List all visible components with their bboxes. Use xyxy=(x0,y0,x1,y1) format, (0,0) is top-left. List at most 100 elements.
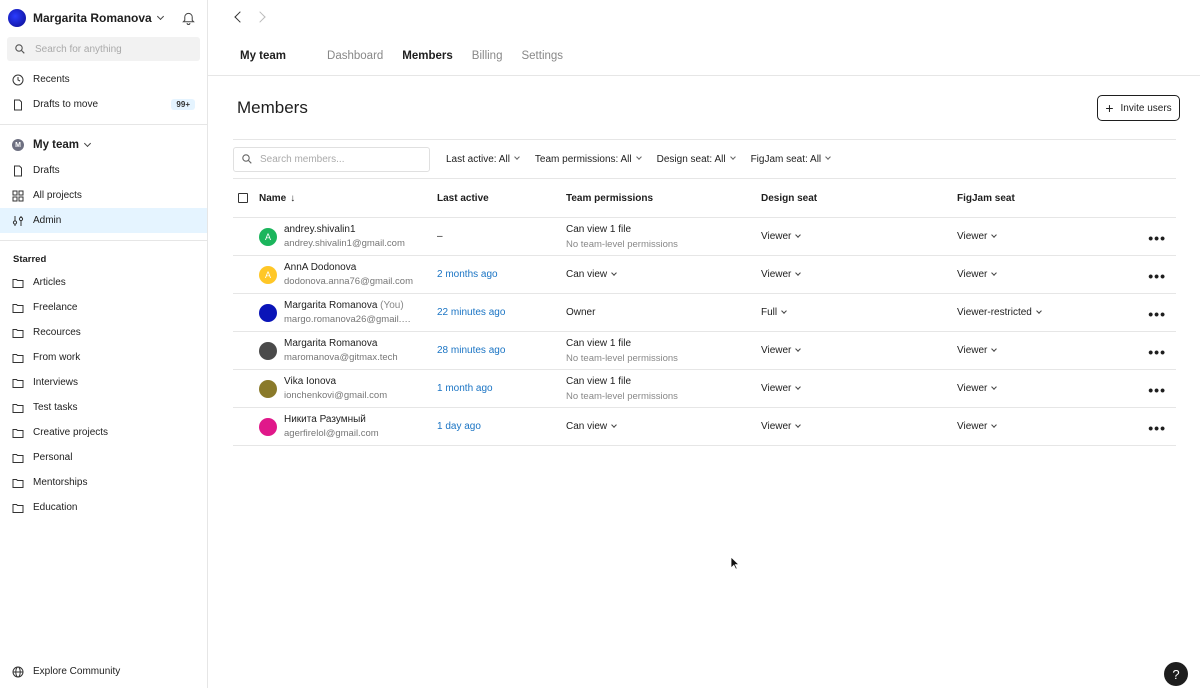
tab-billing[interactable]: Billing xyxy=(472,50,503,62)
sidebar-item-starred[interactable]: Recources xyxy=(0,320,207,345)
table-row[interactable]: A AnnA Dodonova dodonova.anna76@gmail.com… xyxy=(233,256,1176,294)
back-arrow-icon[interactable] xyxy=(234,11,246,23)
folder-icon xyxy=(12,503,24,513)
tab-settings[interactable]: Settings xyxy=(521,50,563,62)
figjam-seat-dropdown[interactable]: Viewer xyxy=(957,383,998,394)
filter-design-seat[interactable]: Design seat: All xyxy=(657,154,736,165)
table-row[interactable]: Margarita Romanova (You) margo.romanova26… xyxy=(233,294,1176,332)
more-options-icon[interactable]: ••• xyxy=(1148,420,1166,436)
folder-icon xyxy=(12,328,24,338)
table-row[interactable]: Никита Разумный agerfirelol@gmail.com 1 d… xyxy=(233,408,1176,446)
chevron-down-icon xyxy=(611,269,617,276)
figjam-seat-dropdown[interactable]: Viewer-restricted xyxy=(957,307,1042,318)
sidebar-item-starred[interactable]: Test tasks xyxy=(0,395,207,420)
avatar xyxy=(259,379,277,398)
sidebar-item-starred[interactable]: Articles xyxy=(0,270,207,295)
filter-label: Last active: All xyxy=(446,153,510,165)
design-seat-dropdown[interactable]: Viewer xyxy=(761,383,802,394)
design-seat-dropdown[interactable]: Viewer xyxy=(761,231,802,242)
table-row[interactable]: Vika Ionova ionchenkovi@gmail.com 1 month… xyxy=(233,370,1176,408)
file-icon xyxy=(14,99,22,110)
sidebar-item-admin[interactable]: Admin xyxy=(0,208,207,233)
divider xyxy=(0,124,207,125)
more-options-icon[interactable]: ••• xyxy=(1148,268,1166,284)
last-active: 28 minutes ago xyxy=(437,345,506,356)
chevron-down-icon xyxy=(635,154,642,160)
select-all-checkbox[interactable] xyxy=(238,193,248,203)
sidebar-item-starred[interactable]: Education xyxy=(0,495,207,520)
account-switcher[interactable]: Margarita Romanova xyxy=(0,0,207,36)
chevron-down-icon xyxy=(514,154,520,160)
chevron-down-icon xyxy=(991,231,998,238)
grid-icon xyxy=(12,190,24,201)
filter-figjam-seat[interactable]: FigJam seat: All xyxy=(751,154,831,165)
invite-users-button[interactable]: + Invite users xyxy=(1097,95,1180,121)
more-options-icon[interactable]: ••• xyxy=(1148,344,1166,360)
search-icon xyxy=(242,154,252,164)
permission-subtext: No team-level permissions xyxy=(566,352,678,364)
sidebar-item-label: Mentorships xyxy=(33,477,88,488)
more-options-icon[interactable]: ••• xyxy=(1148,306,1166,322)
chevron-down-icon xyxy=(795,421,802,428)
design-seat-dropdown[interactable]: Viewer xyxy=(761,345,802,356)
sidebar-item-all-projects[interactable]: All projects xyxy=(0,183,207,208)
sidebar-item-starred[interactable]: Mentorships xyxy=(0,470,207,495)
chevron-down-icon xyxy=(795,345,802,352)
tab-dashboard[interactable]: Dashboard xyxy=(327,50,383,62)
table-row[interactable]: Aandrey.shivalin1 andrey.shivalin1@gmail… xyxy=(233,218,1176,256)
search-input[interactable] xyxy=(35,43,185,55)
sidebar-item-starred[interactable]: Creative projects xyxy=(0,420,207,445)
filter-label: Team permissions: All xyxy=(534,153,632,165)
column-header-name[interactable]: Name ↓ xyxy=(259,193,437,204)
table-body: Aandrey.shivalin1 andrey.shivalin1@gmail… xyxy=(233,218,1176,446)
sidebar-item-recents[interactable]: Recents xyxy=(0,67,207,92)
filter-team-permissions[interactable]: Team permissions: All xyxy=(534,153,642,165)
global-search[interactable] xyxy=(7,37,200,61)
figjam-seat-dropdown[interactable]: Viewer xyxy=(957,345,998,356)
permission-dropdown[interactable]: Can view xyxy=(566,269,617,280)
last-active: 22 minutes ago xyxy=(437,307,506,318)
figjam-seat-dropdown[interactable]: Viewer xyxy=(957,231,998,242)
help-button[interactable]: ? xyxy=(1164,662,1188,686)
sidebar-item-starred[interactable]: Interviews xyxy=(0,370,207,395)
sidebar-item-drafts[interactable]: Drafts xyxy=(0,158,207,183)
member-search[interactable] xyxy=(233,146,430,172)
chevron-down-icon xyxy=(825,154,831,160)
sidebar-item-starred[interactable]: Personal xyxy=(0,445,207,470)
member-email: agerfirelol@gmail.com xyxy=(284,427,379,439)
sidebar-item-starred[interactable]: Freelance xyxy=(0,295,207,320)
permission-dropdown[interactable]: Can view xyxy=(566,421,617,432)
design-seat-dropdown[interactable]: Viewer xyxy=(761,269,802,280)
team-switcher[interactable]: M My team xyxy=(0,132,207,158)
page-title: Members xyxy=(237,98,308,117)
member-search-input[interactable] xyxy=(260,153,420,165)
avatar xyxy=(259,417,277,436)
tab-members[interactable]: Members xyxy=(402,50,453,62)
figjam-seat-dropdown[interactable]: Viewer xyxy=(957,269,998,280)
forward-arrow-icon[interactable] xyxy=(254,11,266,23)
member-name: Margarita Romanova xyxy=(284,337,378,349)
sidebar-item-drafts-to-move[interactable]: Drafts to move 99+ xyxy=(0,92,207,117)
starred-list: Articles Freelance Recources From work Inter… xyxy=(0,270,207,520)
filter-last-active[interactable]: Last active: All xyxy=(446,153,520,165)
figjam-seat-dropdown[interactable]: Viewer xyxy=(957,421,998,432)
table-row[interactable]: Margarita Romanova maromanova@gitmax.tec… xyxy=(233,332,1176,370)
sidebar-item-explore-community[interactable]: Explore Community xyxy=(0,659,207,684)
member-name: AnnA Dodonova xyxy=(284,261,357,273)
filter-bar: Last active: All Team permissions: All D… xyxy=(233,139,1176,179)
sidebar-item-label: Drafts to move xyxy=(33,99,99,110)
chevron-down-icon xyxy=(991,383,998,390)
sidebar-item-label: All projects xyxy=(33,190,82,201)
sidebar-item-starred[interactable]: From work xyxy=(0,345,207,370)
you-label: (You) xyxy=(380,299,404,311)
starred-heading: Starred xyxy=(13,253,47,265)
tab-my-team[interactable]: My team xyxy=(240,50,286,62)
bell-icon[interactable] xyxy=(182,11,195,25)
member-name: Margarita Romanova (You) xyxy=(284,299,404,311)
design-seat-dropdown[interactable]: Viewer xyxy=(761,421,802,432)
globe-icon xyxy=(12,666,24,677)
design-seat-dropdown[interactable]: Full xyxy=(761,307,787,318)
more-options-icon[interactable]: ••• xyxy=(1148,382,1166,398)
main-content: My team Dashboard Members Billing Settin… xyxy=(208,0,1200,688)
more-options-icon[interactable]: ••• xyxy=(1148,230,1166,246)
